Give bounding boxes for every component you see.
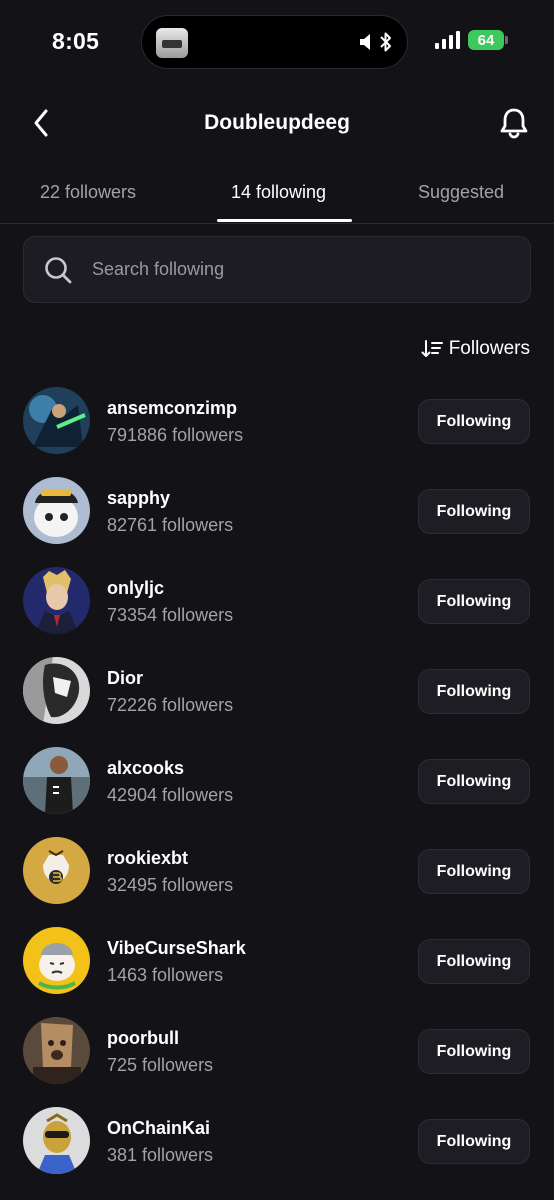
list-item[interactable]: Dior 72226 followers Following: [0, 646, 554, 736]
following-button[interactable]: Following: [418, 939, 530, 984]
app-screen: 8:05 64 Doubleupdeeg 22 followers 14 fol…: [0, 0, 554, 1200]
user-follower-count: 73354 followers: [107, 605, 234, 625]
dynamic-island[interactable]: [141, 15, 408, 69]
user-follower-count: 1463 followers: [107, 965, 224, 985]
user-name: onlyljc: [107, 578, 165, 598]
speaker-icon: [360, 34, 370, 50]
user-name: Dior: [107, 668, 143, 688]
island-icons: [359, 31, 393, 53]
tab-bar: 22 followers 14 following Suggested: [0, 170, 554, 224]
page-title: Doubleupdeeg: [204, 111, 350, 134]
status-time: 8:05: [52, 28, 100, 54]
following-button[interactable]: Following: [418, 669, 530, 714]
avatar[interactable]: [23, 927, 90, 994]
user-name: VibeCurseShark: [107, 938, 246, 958]
following-button[interactable]: Following: [418, 579, 530, 624]
search-box: [23, 236, 531, 303]
list-item[interactable]: onlyljc 73354 followers Following: [0, 556, 554, 646]
avatar[interactable]: [23, 837, 90, 904]
battery-icon: 64: [468, 30, 508, 50]
header: Doubleupdeeg: [0, 95, 554, 151]
user-name: ansemconzimp: [107, 398, 238, 418]
status-indicators: 64: [435, 30, 508, 50]
search-input[interactable]: [92, 237, 512, 302]
user-follower-count: 42904 followers: [107, 785, 234, 805]
search-icon: [45, 257, 72, 284]
sort-button[interactable]: Followers: [421, 338, 530, 360]
avatar[interactable]: [23, 387, 90, 454]
user-name: alxcooks: [107, 758, 185, 778]
avatar[interactable]: [23, 1107, 90, 1174]
now-playing-thumbnail: [156, 28, 188, 58]
user-name: OnChainKai: [107, 1118, 211, 1138]
user-follower-count: 381 followers: [107, 1145, 214, 1165]
list-item[interactable]: rookiexbt 32495 followers Following: [0, 826, 554, 916]
avatar[interactable]: [23, 1017, 90, 1084]
user-follower-count: 82761 followers: [107, 515, 234, 535]
following-button[interactable]: Following: [418, 759, 530, 804]
status-bar: 8:05 64: [0, 0, 554, 84]
list-item[interactable]: OnChainKai 381 followers Following: [0, 1096, 554, 1186]
bluetooth-icon: [380, 32, 391, 52]
avatar[interactable]: [23, 477, 90, 544]
cellular-signal-icon: [435, 31, 460, 49]
tab-suggested[interactable]: Suggested: [418, 182, 504, 203]
user-follower-count: 32495 followers: [107, 875, 234, 895]
battery-level: 64: [477, 31, 495, 49]
user-follower-count: 791886 followers: [107, 425, 244, 445]
avatar[interactable]: [23, 567, 90, 634]
avatar[interactable]: [23, 657, 90, 724]
tab-following[interactable]: 14 following: [231, 182, 326, 203]
sort-label: Followers: [448, 338, 530, 359]
notifications-button[interactable]: [496, 105, 532, 141]
user-follower-count: 725 followers: [107, 1055, 214, 1075]
following-button[interactable]: Following: [418, 489, 530, 534]
following-list: ansemconzimp 791886 followers Following …: [0, 376, 554, 1186]
user-name: rookiexbt: [107, 848, 189, 868]
user-name: poorbull: [107, 1028, 179, 1048]
list-item[interactable]: alxcooks 42904 followers Following: [0, 736, 554, 826]
user-follower-count: 72226 followers: [107, 695, 234, 715]
list-item[interactable]: sapphy 82761 followers Following: [0, 466, 554, 556]
following-button[interactable]: Following: [418, 1029, 530, 1074]
list-item[interactable]: ansemconzimp 791886 followers Following: [0, 376, 554, 466]
list-item[interactable]: poorbull 725 followers Following: [0, 1006, 554, 1096]
bell-icon: [500, 108, 528, 139]
following-button[interactable]: Following: [418, 1119, 530, 1164]
following-button[interactable]: Following: [418, 399, 530, 444]
tab-followers[interactable]: 22 followers: [40, 182, 136, 203]
user-name: sapphy: [107, 488, 171, 508]
avatar[interactable]: [23, 747, 90, 814]
following-button[interactable]: Following: [418, 849, 530, 894]
sort-icon: [421, 340, 443, 357]
active-tab-indicator: [217, 219, 352, 222]
list-item[interactable]: VibeCurseShark 1463 followers Following: [0, 916, 554, 1006]
